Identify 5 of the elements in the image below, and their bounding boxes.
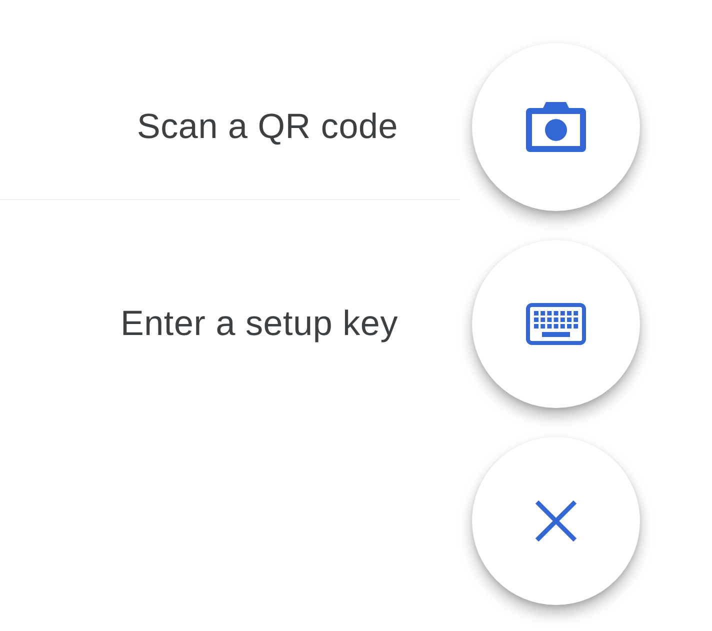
camera-icon bbox=[526, 102, 586, 152]
action-label: Scan a QR code bbox=[136, 106, 398, 148]
action-label: Enter a setup key bbox=[120, 302, 398, 345]
close-icon bbox=[534, 499, 578, 543]
keyboard-icon bbox=[526, 303, 586, 345]
